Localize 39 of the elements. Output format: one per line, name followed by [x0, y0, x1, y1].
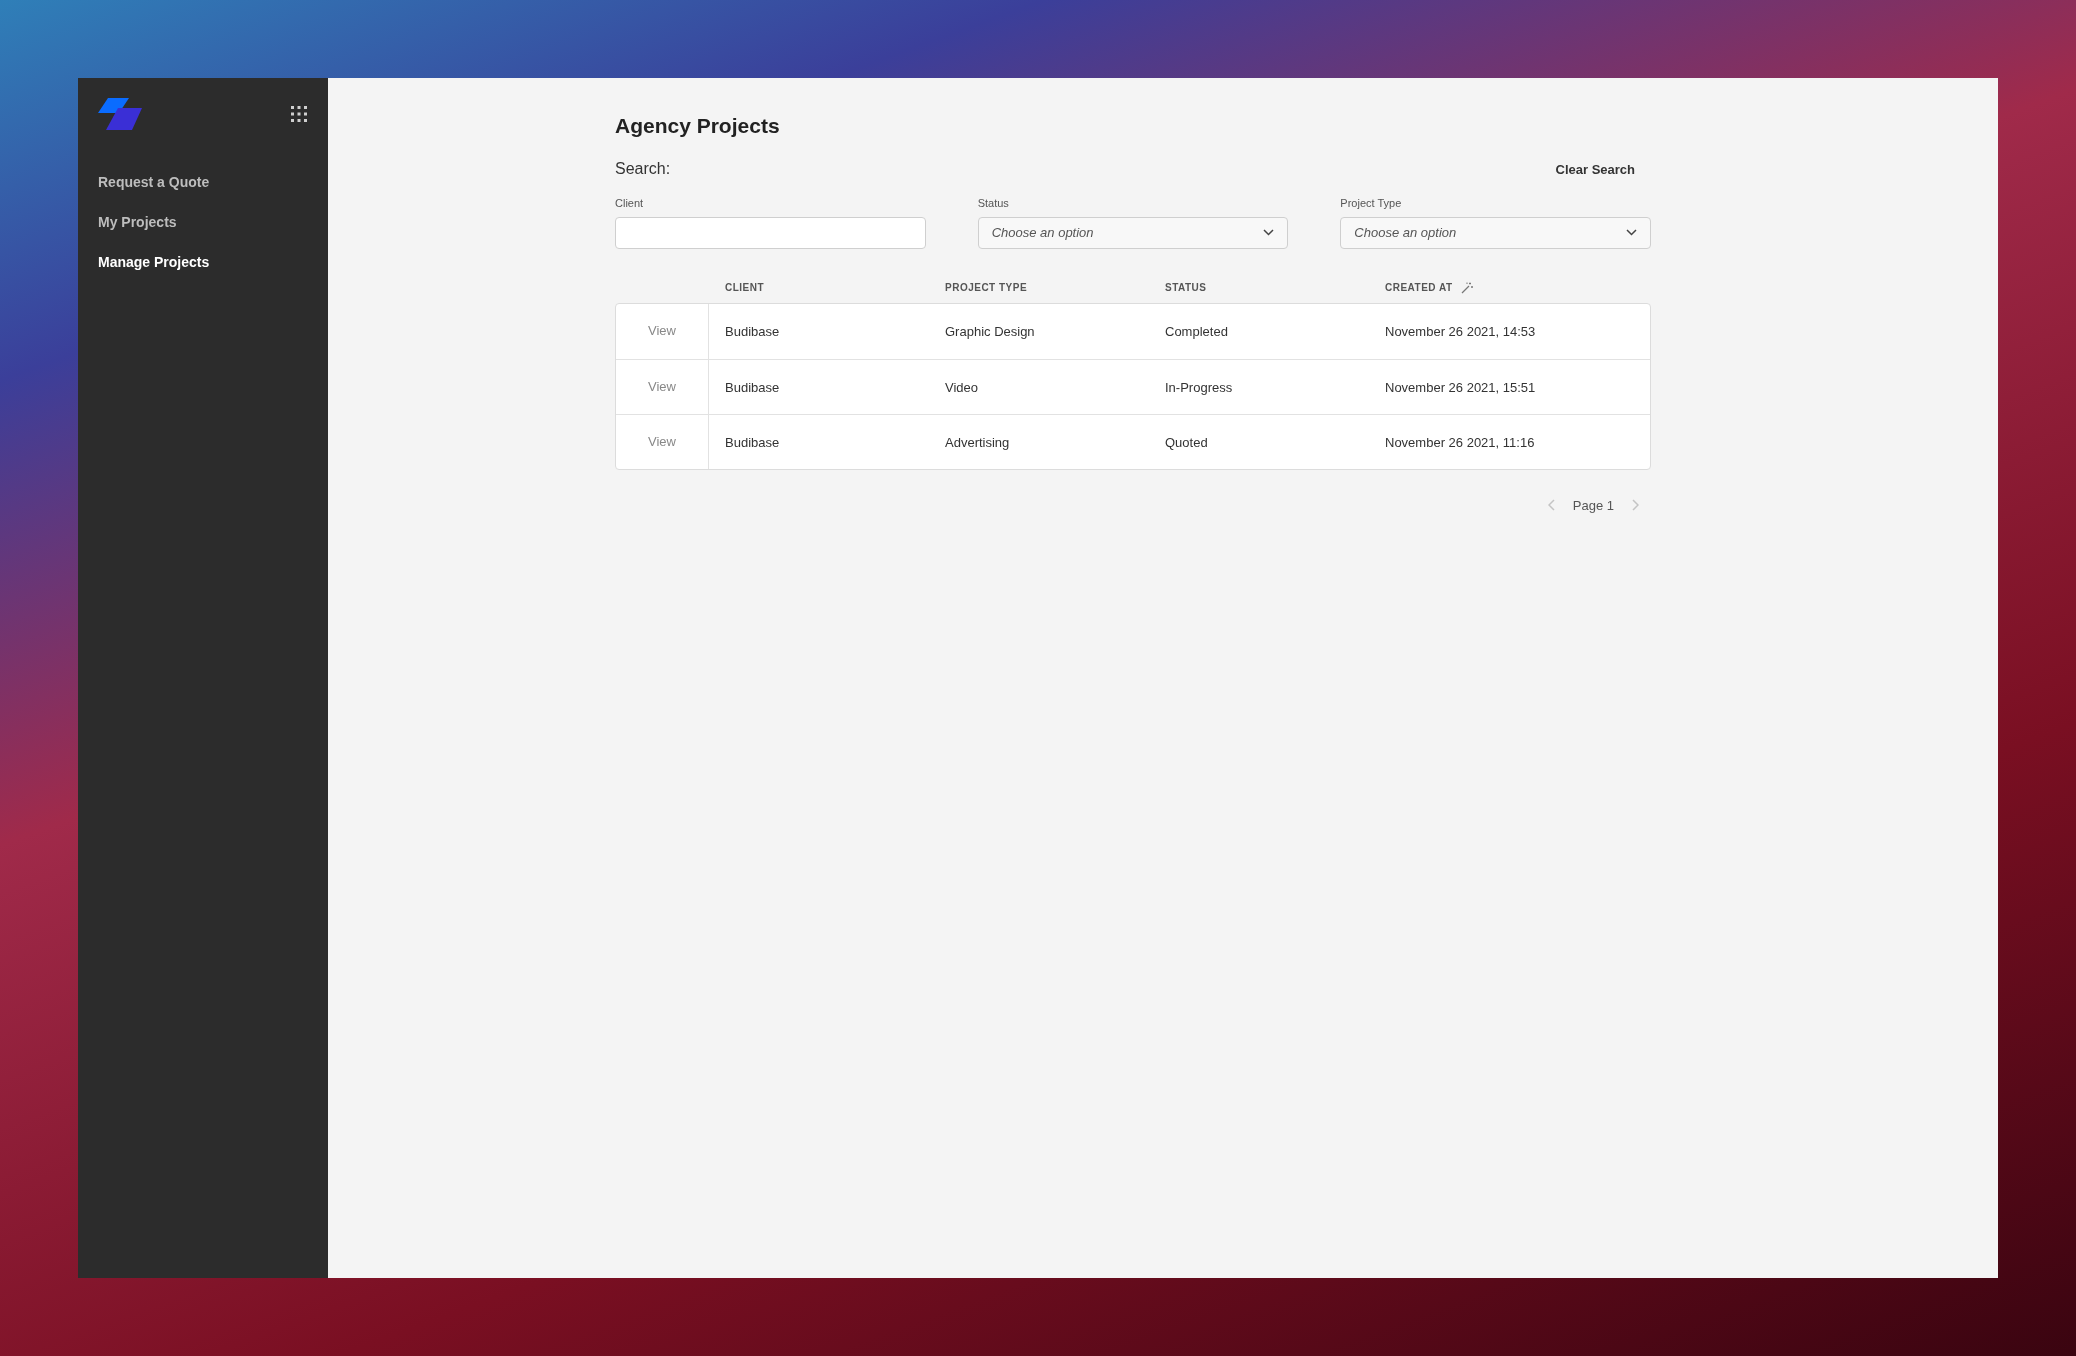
view-link[interactable]: View — [648, 431, 676, 452]
logo-icon[interactable] — [98, 98, 142, 130]
dropdown-placeholder: Choose an option — [1354, 223, 1457, 242]
chevron-down-icon — [1263, 229, 1275, 236]
apps-grid-icon[interactable] — [291, 106, 307, 122]
table-cell: Video — [945, 379, 978, 395]
field-label: Client — [615, 196, 644, 211]
column-header[interactable]: PROJECT TYPE — [945, 280, 1028, 295]
nav-link[interactable]: Request a Quote — [98, 172, 210, 193]
dropdown-field[interactable]: Choose an option — [977, 216, 1289, 249]
table-cell: Quoted — [1165, 434, 1208, 450]
table-cell: Advertising — [945, 434, 1010, 450]
table-cell: November 26 2021, 15:51 — [1385, 379, 1536, 395]
column-header[interactable]: CREATED AT — [1385, 280, 1453, 295]
table-cell: November 26 2021, 14:53 — [1385, 324, 1536, 339]
client-input-field[interactable] — [615, 216, 926, 249]
column-header[interactable]: STATUS — [1165, 280, 1207, 295]
table-cell: Graphic Design — [945, 324, 1035, 339]
chevron-down-icon — [1626, 229, 1637, 236]
dropdown-field[interactable]: Choose an option — [1340, 216, 1651, 249]
page-indicator: Page 1 — [1572, 496, 1614, 515]
table-cell: Completed — [1165, 324, 1228, 339]
magic-wand-icon[interactable] — [1460, 281, 1473, 294]
nav-link[interactable]: Manage Projects — [98, 252, 210, 273]
table-cell: Budibase — [725, 434, 780, 450]
nav-link[interactable]: My Projects — [98, 212, 177, 233]
view-link[interactable]: View — [648, 376, 676, 397]
field-label: Project Type — [1340, 196, 1402, 211]
dropdown-placeholder: Choose an option — [991, 223, 1094, 242]
search-label: Search: — [615, 159, 671, 180]
column-header[interactable]: CLIENT — [725, 280, 765, 295]
page-title: Agency Projects — [615, 113, 781, 139]
table-cell: Budibase — [725, 379, 780, 395]
table-cell: In-Progress — [1165, 379, 1233, 395]
table-cell: Budibase — [725, 324, 780, 339]
table-cell: November 26 2021, 11:16 — [1385, 434, 1535, 450]
view-link[interactable]: View — [648, 321, 676, 341]
field-label: Status — [977, 196, 1009, 211]
clear-search-button[interactable]: Clear Search — [1539, 155, 1651, 183]
